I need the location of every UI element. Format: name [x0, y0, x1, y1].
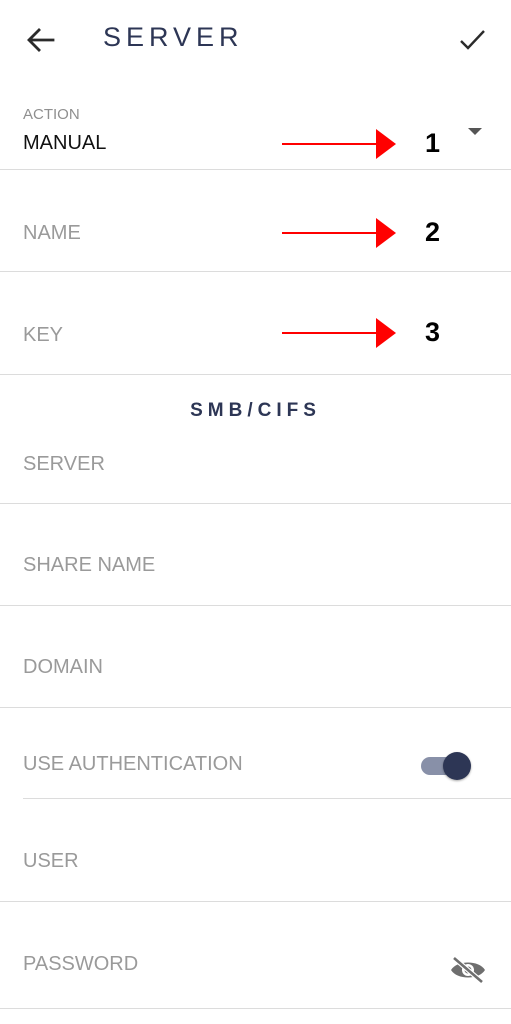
arrow-annotation-1 — [282, 129, 396, 159]
arrow-annotation-3 — [282, 318, 396, 348]
action-label: ACTION — [23, 106, 80, 123]
divider — [0, 707, 511, 708]
confirm-button[interactable] — [452, 22, 492, 58]
arrow-annotation-2 — [282, 218, 396, 248]
user-placeholder: USER — [23, 850, 79, 872]
key-placeholder: KEY — [23, 324, 64, 346]
divider — [0, 374, 511, 375]
server-field[interactable]: SERVER — [0, 430, 511, 502]
server-placeholder: SERVER — [23, 453, 105, 475]
callout-number-2: 2 — [425, 217, 441, 247]
share-name-field[interactable]: SHARE NAME — [0, 504, 511, 605]
divider — [0, 1008, 511, 1009]
section-title: SMB/CIFS — [190, 400, 321, 421]
toggle-thumb — [443, 752, 471, 780]
share-name-placeholder: SHARE NAME — [23, 554, 156, 576]
callout-number-3: 3 — [425, 317, 441, 347]
arrow-left-icon — [27, 28, 55, 52]
user-field[interactable]: USER — [0, 799, 511, 900]
check-icon — [460, 30, 485, 50]
back-button[interactable] — [20, 22, 60, 58]
domain-placeholder: DOMAIN — [23, 656, 103, 678]
password-placeholder: PASSWORD — [23, 953, 139, 975]
domain-field[interactable]: DOMAIN — [0, 606, 511, 707]
name-placeholder: NAME — [23, 222, 81, 244]
use-authentication-label: USE AUTHENTICATION — [23, 753, 243, 775]
eye-off-icon — [451, 956, 485, 984]
callout-number-1: 1 — [425, 128, 441, 158]
caret-down-icon — [468, 128, 482, 135]
use-authentication-toggle[interactable] — [419, 750, 475, 782]
password-field[interactable]: PASSWORD — [0, 902, 430, 1008]
action-value: MANUAL — [23, 132, 107, 154]
page-title: SERVER — [103, 22, 244, 52]
toggle-password-visibility-button[interactable] — [446, 950, 490, 990]
